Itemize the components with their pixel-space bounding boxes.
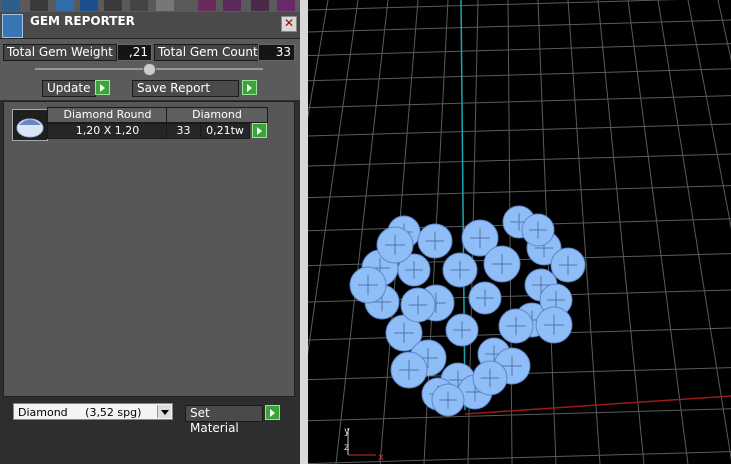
- axis-gizmo-label: x: [378, 452, 384, 463]
- gem-count: 33: [166, 123, 201, 139]
- update-go-icon[interactable]: [95, 80, 110, 95]
- round-gem-icon: [16, 118, 44, 138]
- grid-line: [308, 0, 679, 11]
- gem-thumbnail[interactable]: [12, 109, 48, 141]
- arrow-icon[interactable]: [104, 0, 122, 11]
- grid-line: [308, 451, 731, 464]
- panel-title: GEM REPORTER: [30, 14, 135, 28]
- split-icon-4[interactable]: [277, 0, 295, 11]
- document-icon[interactable]: [156, 0, 174, 11]
- grid-line: [567, 0, 601, 464]
- gem-row-go-icon[interactable]: [252, 123, 267, 138]
- gem-list: Diamond Round Diamond 1,20 X 1,20 33 0,2…: [3, 101, 295, 397]
- set-material-go-icon[interactable]: [265, 405, 280, 420]
- set-material-button[interactable]: Set Material: [185, 405, 263, 435]
- gem-size: 1,20 X 1,20: [47, 123, 168, 139]
- panel-viewport-divider[interactable]: [300, 0, 308, 464]
- chevron-down-icon[interactable]: [157, 405, 171, 418]
- total-count-label: Total Gem Count: [154, 44, 262, 61]
- close-button[interactable]: ✕: [281, 16, 297, 32]
- y-axis-line: [460, 0, 466, 411]
- grid-line: [308, 43, 731, 57]
- material-select[interactable]: Diamond (3,52 spg): [13, 403, 173, 420]
- viewport-canvas[interactable]: yzx: [308, 0, 731, 464]
- save-report-button[interactable]: Save Report: [132, 80, 239, 97]
- split-icon-2[interactable]: [223, 0, 241, 11]
- cube-icon[interactable]: [56, 0, 74, 11]
- col-header-material: Diamond: [166, 107, 268, 123]
- split-icon-3[interactable]: [251, 0, 269, 11]
- tool-icon[interactable]: [30, 0, 48, 11]
- save-report-go-icon[interactable]: [242, 80, 257, 95]
- view-icon[interactable]: [2, 0, 20, 11]
- col-header-cut: Diamond Round: [47, 107, 168, 123]
- material-select-value: Diamond (3,52 spg): [18, 406, 142, 419]
- grid-line: [335, 0, 389, 464]
- grid-line: [308, 153, 731, 167]
- update-button[interactable]: Update: [42, 80, 96, 97]
- x-axis-line: [464, 395, 731, 415]
- panel-titlebar: GEM REPORTER ✕: [0, 12, 300, 39]
- grid-line: [308, 123, 731, 137]
- grid-line: [308, 185, 731, 199]
- gem-reporter-panel: GEM REPORTER ✕ Total Gem Weight ,21 Tota…: [0, 0, 300, 464]
- 3d-viewport[interactable]: yzx: [308, 0, 731, 464]
- grid-line: [308, 19, 731, 33]
- connector-icon[interactable]: [130, 0, 148, 11]
- grid-line: [308, 68, 731, 82]
- axis-gizmo-label: y: [344, 426, 350, 437]
- gem-reporter-icon: [2, 14, 23, 38]
- split-icon[interactable]: [198, 0, 216, 11]
- total-count-value: 33: [258, 44, 295, 61]
- gem-weight: 0,21tw: [200, 123, 250, 139]
- total-weight-value: ,21: [117, 44, 152, 61]
- total-weight-label: Total Gem Weight: [3, 44, 117, 61]
- column-icon[interactable]: [80, 0, 98, 11]
- grid-line: [308, 95, 731, 109]
- collapse-arrow-icon[interactable]: [143, 63, 156, 76]
